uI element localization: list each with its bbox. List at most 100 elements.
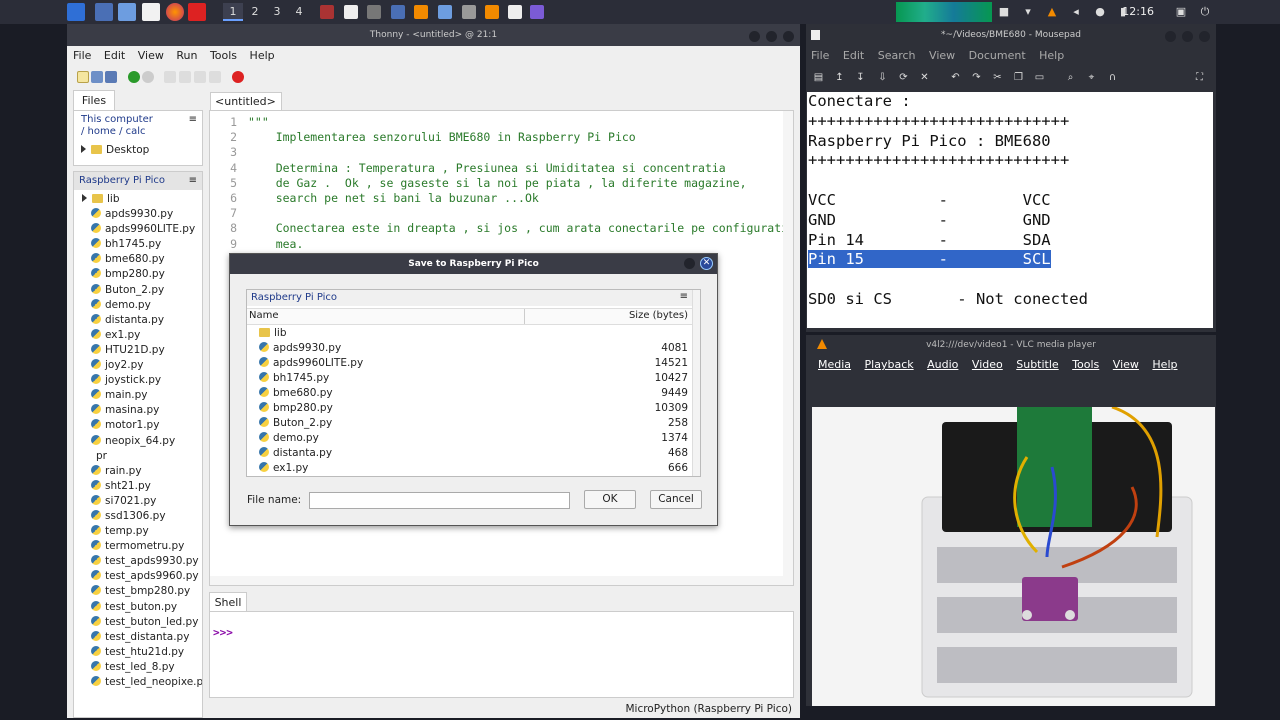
menu-help[interactable]: Help [250, 49, 275, 62]
video-frame[interactable] [812, 407, 1215, 706]
maximize-button[interactable] [766, 31, 777, 42]
power-icon[interactable]: ⏻ [1199, 6, 1211, 18]
vlc-menu-playback[interactable]: Playback [865, 358, 914, 371]
horizontal-scrollbar[interactable] [210, 576, 785, 585]
list-item[interactable]: rain.py [82, 464, 202, 479]
terminal-icon[interactable] [188, 3, 206, 21]
wifi-icon[interactable]: ▾ [1022, 6, 1034, 18]
col-name-header[interactable]: Name [249, 310, 279, 321]
vlc-menu-video[interactable]: Video [972, 358, 1003, 371]
list-item[interactable]: bh1745.py [82, 237, 202, 252]
list-item[interactable]: Buton_2.py [82, 283, 202, 298]
upload-icon[interactable]: ↥ [834, 72, 845, 83]
list-item[interactable]: ssd1306.py [82, 509, 202, 524]
replace-icon[interactable]: ⌖ [1086, 72, 1097, 83]
search-icon[interactable]: ⌕ [1065, 72, 1076, 83]
close-button[interactable] [1199, 31, 1210, 42]
vlc-menu-media[interactable]: Media [818, 358, 851, 371]
settings-icon[interactable] [438, 5, 452, 19]
new-icon[interactable]: ▤ [813, 72, 824, 83]
debug-icon[interactable] [142, 71, 154, 83]
download-icon[interactable]: ↧ [855, 72, 866, 83]
mp-menu-view[interactable]: View [929, 49, 955, 62]
cut-icon[interactable]: ✂ [992, 72, 1003, 83]
mp-menu-edit[interactable]: Edit [843, 49, 864, 62]
run-icon[interactable] [128, 71, 140, 83]
screen-recorder-icon[interactable] [530, 5, 544, 19]
redo-icon[interactable]: ↷ [971, 72, 982, 83]
workspace-3[interactable]: 3 [267, 3, 287, 21]
list-item[interactable]: test_distanta.py [82, 630, 202, 645]
clock[interactable]: 12:16 [1122, 0, 1154, 24]
dialog-minimize-icon[interactable] [684, 258, 695, 269]
browser-menu-icon[interactable]: ≡ [680, 291, 688, 302]
mp-menu-search[interactable]: Search [878, 49, 916, 62]
new-file-icon[interactable] [77, 71, 89, 83]
list-item[interactable]: apds9960LITE.py [82, 222, 202, 237]
list-item[interactable]: joystick.py [82, 373, 202, 388]
vlc-small-icon[interactable] [485, 5, 499, 19]
dialog-close-icon[interactable]: ✕ [700, 257, 713, 270]
mp-menu-help[interactable]: Help [1039, 49, 1064, 62]
list-item[interactable]: neopix_64.py [82, 434, 202, 449]
app-menu-icon[interactable] [67, 3, 85, 21]
minimize-button[interactable] [1165, 31, 1176, 42]
list-item[interactable]: bmp280.py [82, 267, 202, 282]
bell-icon[interactable]: ● [1094, 6, 1106, 18]
list-item[interactable]: pr [82, 449, 202, 464]
undo-icon[interactable]: ↶ [950, 72, 961, 83]
table-row[interactable]: demo.py 1374 [247, 431, 700, 446]
vlc-tray-icon[interactable]: ▲ [1046, 6, 1058, 18]
list-item[interactable]: lib [82, 192, 202, 207]
this-computer-label[interactable]: This computer [81, 114, 153, 125]
list-item[interactable]: Desktop [81, 143, 149, 158]
mousepad-icon[interactable] [344, 5, 358, 19]
step-into-icon[interactable] [179, 71, 191, 83]
open-file-icon[interactable] [91, 71, 103, 83]
list-item[interactable]: test_buton_led.py [82, 615, 202, 630]
table-row[interactable]: apds9960LITE.py 14521 [247, 356, 700, 371]
thonny-icon[interactable] [320, 5, 334, 19]
editor-tab[interactable]: <untitled> * [210, 92, 282, 126]
table-row[interactable]: bme680.py 9449 [247, 386, 700, 401]
shell-tab[interactable]: Shell [209, 592, 247, 612]
shell-area[interactable]: >>> [209, 611, 794, 698]
expand-icon[interactable] [81, 145, 86, 153]
list-item[interactable]: ex1.py [82, 328, 202, 343]
thonny-window-icon[interactable] [367, 5, 381, 19]
table-row[interactable]: bmp280.py 10309 [247, 401, 700, 416]
mp-menu-document[interactable]: Document [969, 49, 1026, 62]
panel-menu-icon[interactable]: ≡ [189, 114, 197, 125]
ok-button[interactable]: OK [584, 490, 636, 509]
file-manager-icon[interactable] [118, 3, 136, 21]
vertical-scrollbar[interactable] [783, 111, 793, 585]
list-item[interactable]: test_apds9930.py [82, 554, 202, 569]
list-item[interactable]: si7021.py [82, 494, 202, 509]
mousepad-text-area[interactable]: Conectare : ++++++++++++++++++++++++++++ R… [807, 92, 1213, 328]
table-row[interactable]: distanta.py 468 [247, 446, 700, 461]
table-row[interactable]: ex1.py 666 [247, 461, 700, 476]
vlc-icon[interactable] [414, 5, 428, 19]
lock-icon[interactable]: ▣ [1175, 6, 1187, 18]
close-button[interactable] [783, 31, 794, 42]
menu-edit[interactable]: Edit [104, 49, 125, 62]
list-item[interactable]: masina.py [82, 403, 202, 418]
desktop-icon[interactable] [95, 3, 113, 21]
firefox-icon[interactable] [166, 3, 184, 21]
panel-menu-icon[interactable]: ≡ [189, 175, 197, 186]
camera-icon[interactable]: ■ [998, 6, 1010, 18]
paste-icon[interactable]: ▭ [1034, 72, 1045, 83]
stop-icon[interactable] [232, 71, 244, 83]
vlc-menu-audio[interactable]: Audio [927, 358, 958, 371]
text-editor-icon[interactable] [142, 3, 160, 21]
mp-menu-file[interactable]: File [811, 49, 829, 62]
thonny-small-icon[interactable] [462, 5, 476, 19]
list-item[interactable]: test_led_neopixe.p [82, 675, 202, 690]
workspace-4[interactable]: 4 [289, 3, 309, 21]
files-tab[interactable]: Files [73, 90, 115, 110]
list-item[interactable]: distanta.py [82, 313, 202, 328]
table-row[interactable]: lib [247, 326, 700, 341]
list-item[interactable]: demo.py [82, 298, 202, 313]
list-item[interactable]: test_apds9960.py [82, 569, 202, 584]
workspace-2[interactable]: 2 [245, 3, 265, 21]
